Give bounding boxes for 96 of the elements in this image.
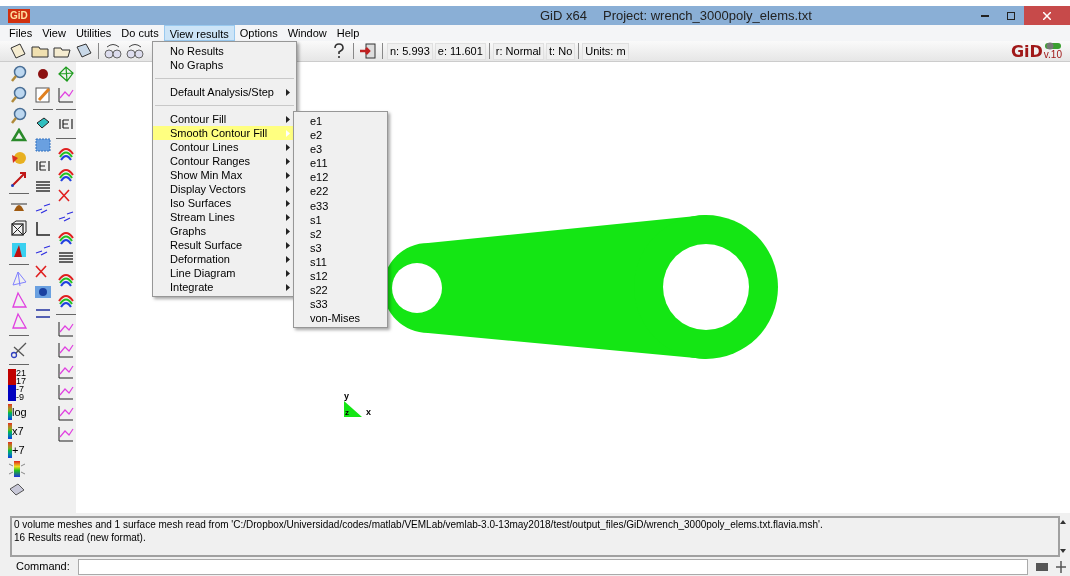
color-scale-icon[interactable] <box>8 460 26 478</box>
menu-option[interactable]: Deformation <box>153 252 296 266</box>
graph-icon[interactable] <box>56 425 75 443</box>
menu-option[interactable]: Result Surface <box>153 238 296 252</box>
scroll-up-icon[interactable] <box>1060 520 1066 524</box>
legend-value: -9 <box>16 393 25 401</box>
status-field: r: Normal <box>492 42 545 60</box>
triangle-icon[interactable] <box>10 291 28 309</box>
axis-label: y <box>344 391 350 401</box>
menu-option[interactable]: Stream Lines <box>153 210 296 224</box>
graph-icon[interactable] <box>56 362 75 380</box>
scissors-icon[interactable] <box>10 341 28 359</box>
scale-button[interactable]: +7 <box>12 444 25 456</box>
menu-item[interactable]: Options <box>234 25 283 41</box>
menu-option[interactable]: e3 <box>294 142 387 157</box>
magnifier-icon[interactable] <box>10 65 28 83</box>
legend-value: 21 <box>16 369 26 377</box>
window-title: GiD x64 <box>540 6 587 25</box>
status-field: e: 11.601 <box>434 42 486 60</box>
status-field: Units: m <box>582 42 629 60</box>
keyboard-icon[interactable] <box>1036 560 1048 573</box>
menu-option[interactable]: No Results <box>153 44 296 58</box>
graph-icon[interactable] <box>56 383 75 401</box>
menu-item[interactable]: Window <box>282 25 332 41</box>
status-field: t: No <box>546 42 576 60</box>
color-scale <box>8 404 12 420</box>
menu-option[interactable]: Contour Fill <box>153 112 296 126</box>
menu-option[interactable]: Line Diagram <box>153 266 296 280</box>
menu-item[interactable]: Do cuts <box>116 25 164 41</box>
menu-option[interactable]: e22 <box>294 184 387 199</box>
glasses-icon[interactable] <box>103 42 123 60</box>
axis-label: x <box>366 407 371 417</box>
menu-option[interactable]: Integrate <box>153 280 296 294</box>
cube-icon[interactable] <box>10 220 28 238</box>
command-label: Command: <box>16 559 70 575</box>
color-scale <box>8 423 12 439</box>
menu-option[interactable]: Smooth Contour Fill <box>153 126 296 140</box>
menu-option[interactable]: s33 <box>294 297 387 312</box>
axis-label: z <box>345 409 349 417</box>
triangle-icon[interactable] <box>10 312 28 330</box>
graph-icon[interactable] <box>56 341 75 359</box>
menu-option[interactable]: s2 <box>294 226 387 241</box>
axes-icon[interactable] <box>33 220 52 238</box>
menu-item[interactable]: View results <box>163 25 235 41</box>
arrow-icon[interactable] <box>10 170 28 188</box>
submenu-arrow-icon <box>286 88 290 96</box>
scroll-down-icon[interactable] <box>1060 549 1066 553</box>
chart-icon[interactable] <box>10 241 28 259</box>
legend-value: -7 <box>16 385 25 393</box>
graph-icon[interactable] <box>56 320 75 338</box>
menu-option[interactable]: Graphs <box>153 224 296 238</box>
menu-option[interactable]: e1 <box>294 114 387 129</box>
menu-option[interactable]: Iso Surfaces <box>153 196 296 210</box>
menu-option[interactable]: s3 <box>294 240 387 255</box>
project-title: Project: wrench_3000poly_elems.txt <box>603 6 812 25</box>
menu-option[interactable]: e12 <box>294 170 387 185</box>
tetrahedron-icon[interactable] <box>10 270 28 288</box>
toggle-icon <box>1043 42 1062 50</box>
graph-icon[interactable] <box>56 404 75 422</box>
legend-value: 17 <box>16 377 26 385</box>
menu-option[interactable]: Contour Ranges <box>153 154 296 168</box>
menu-option[interactable]: s11 <box>294 254 387 270</box>
menu-option[interactable]: von-Mises <box>294 311 387 326</box>
info-icon[interactable] <box>33 283 52 301</box>
exit-icon[interactable] <box>358 42 378 60</box>
menu-option[interactable]: e2 <box>294 128 387 143</box>
magnifier-icon[interactable] <box>10 107 28 125</box>
menu-option[interactable]: Display Vectors <box>153 182 296 196</box>
scale-button[interactable]: log <box>12 406 27 418</box>
menu-option[interactable]: e33 <box>294 198 387 213</box>
menu-item[interactable]: Utilities <box>70 25 117 41</box>
command-field[interactable] <box>77 558 1028 575</box>
menu-option[interactable]: s22 <box>294 283 387 298</box>
menu-option[interactable]: Show Min Max <box>153 168 296 182</box>
brand-logo: GiD <box>1010 44 1043 60</box>
version-label: v.10 <box>1043 50 1062 60</box>
scale-button[interactable]: x7 <box>12 425 24 437</box>
color-scale <box>8 442 12 458</box>
log-line: 16 Results read (new format). <box>14 531 147 544</box>
menu-option[interactable]: Contour Lines <box>153 140 296 154</box>
menu-option[interactable]: Default Analysis/Step <box>153 85 296 99</box>
close-icon <box>1043 11 1051 20</box>
menu-option[interactable]: No Graphs <box>153 58 296 72</box>
log-line: 0 volume meshes and 1 surface mesh read from 'C:/Dropbox/Universidad/codes/matlab/VEMLab/vemlab-3.0-13may2018/test/output_files/GiD/wrench_3000poly_elems.txt.flavia.msh'. <box>14 518 824 531</box>
menu-option[interactable]: s1 <box>294 212 387 227</box>
menu-option[interactable]: s12 <box>294 269 387 284</box>
glasses-icon[interactable] <box>125 42 145 60</box>
app-logo: GiD <box>8 8 30 23</box>
plus-icon[interactable] <box>1056 560 1066 573</box>
status-field: n: 5.993 <box>387 42 433 60</box>
magnifier-icon[interactable] <box>10 86 28 104</box>
axis-triad-icon <box>344 401 362 417</box>
menu-option[interactable]: e11 <box>294 156 387 171</box>
menu-item[interactable]: Files <box>4 25 38 41</box>
menu-item[interactable]: Help <box>331 25 365 41</box>
menu-item[interactable]: View <box>37 25 71 41</box>
